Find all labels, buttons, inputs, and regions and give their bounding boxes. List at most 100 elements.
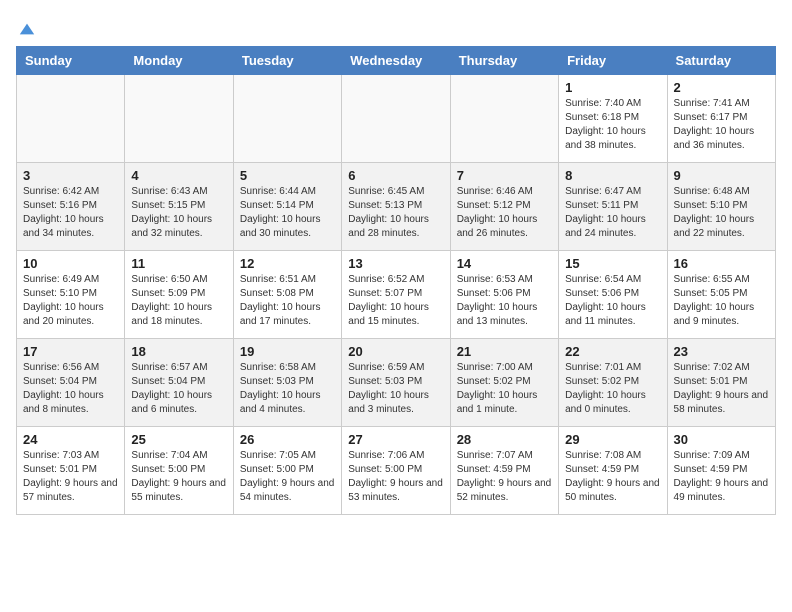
day-number: 13 bbox=[348, 256, 443, 271]
day-number: 14 bbox=[457, 256, 552, 271]
day-number: 4 bbox=[131, 168, 226, 183]
day-info: Sunrise: 7:00 AMSunset: 5:02 PMDaylight:… bbox=[457, 361, 552, 417]
calendar-cell: 16 Sunrise: 6:55 AMSunset: 5:05 PMDayligh… bbox=[667, 251, 775, 339]
calendar-cell bbox=[17, 75, 125, 163]
weekday-header-monday: Monday bbox=[125, 47, 233, 75]
day-number: 16 bbox=[674, 256, 769, 271]
day-info: Sunrise: 7:41 AMSunset: 6:17 PMDaylight:… bbox=[674, 97, 769, 153]
calendar-cell: 10Sunrise: 6:49 AMSunset: 5:10 PMDayligh… bbox=[17, 251, 125, 339]
day-info: Sunrise: 6:55 AMSunset: 5:05 PMDaylight:… bbox=[674, 273, 769, 329]
day-info: Sunrise: 6:52 AMSunset: 5:07 PMDaylight:… bbox=[348, 273, 443, 329]
day-info: Sunrise: 7:09 AMSunset: 4:59 PMDaylight:… bbox=[674, 449, 769, 505]
day-number: 24 bbox=[23, 432, 118, 447]
day-number: 5 bbox=[240, 168, 335, 183]
day-number: 7 bbox=[457, 168, 552, 183]
logo-icon bbox=[18, 20, 36, 38]
day-info: Sunrise: 6:46 AMSunset: 5:12 PMDaylight:… bbox=[457, 185, 552, 241]
calendar-week-row: 10Sunrise: 6:49 AMSunset: 5:10 PMDayligh… bbox=[17, 251, 776, 339]
calendar-week-row: 24 Sunrise: 7:03 AMSunset: 5:01 PMDayligh… bbox=[17, 427, 776, 515]
calendar-cell: 20 Sunrise: 6:59 AMSunset: 5:03 PMDayligh… bbox=[342, 339, 450, 427]
day-info: Sunrise: 6:45 AMSunset: 5:13 PMDaylight:… bbox=[348, 185, 443, 241]
calendar-cell: 3 Sunrise: 6:42 AMSunset: 5:16 PMDaylight… bbox=[17, 163, 125, 251]
calendar-cell: 2Sunrise: 7:41 AMSunset: 6:17 PMDaylight… bbox=[667, 75, 775, 163]
day-info: Sunrise: 6:54 AMSunset: 5:06 PMDaylight:… bbox=[565, 273, 660, 329]
day-info: Sunrise: 7:02 AMSunset: 5:01 PMDaylight:… bbox=[674, 361, 769, 417]
day-info: Sunrise: 6:53 AMSunset: 5:06 PMDaylight:… bbox=[457, 273, 552, 329]
calendar-cell: 30 Sunrise: 7:09 AMSunset: 4:59 PMDayligh… bbox=[667, 427, 775, 515]
day-number: 25 bbox=[131, 432, 226, 447]
calendar-cell: 22Sunrise: 7:01 AMSunset: 5:02 PMDayligh… bbox=[559, 339, 667, 427]
day-number: 21 bbox=[457, 344, 552, 359]
day-info: Sunrise: 6:51 AMSunset: 5:08 PMDaylight:… bbox=[240, 273, 335, 329]
calendar-cell: 1 Sunrise: 7:40 AMSunset: 6:18 PMDaylight… bbox=[559, 75, 667, 163]
day-info: Sunrise: 6:42 AMSunset: 5:16 PMDaylight:… bbox=[23, 185, 118, 241]
day-number: 6 bbox=[348, 168, 443, 183]
calendar-cell: 29 Sunrise: 7:08 AMSunset: 4:59 PMDayligh… bbox=[559, 427, 667, 515]
calendar-cell bbox=[450, 75, 558, 163]
day-number: 30 bbox=[674, 432, 769, 447]
calendar-table: SundayMondayTuesdayWednesdayThursdayFrid… bbox=[16, 46, 776, 515]
weekday-header-saturday: Saturday bbox=[667, 47, 775, 75]
day-info: Sunrise: 6:49 AMSunset: 5:10 PMDaylight:… bbox=[23, 273, 118, 329]
day-info: Sunrise: 6:47 AMSunset: 5:11 PMDaylight:… bbox=[565, 185, 660, 241]
day-number: 15 bbox=[565, 256, 660, 271]
weekday-header-row: SundayMondayTuesdayWednesdayThursdayFrid… bbox=[17, 47, 776, 75]
calendar-cell: 15 Sunrise: 6:54 AMSunset: 5:06 PMDayligh… bbox=[559, 251, 667, 339]
day-number: 28 bbox=[457, 432, 552, 447]
calendar-cell: 6 Sunrise: 6:45 AMSunset: 5:13 PMDaylight… bbox=[342, 163, 450, 251]
calendar-cell: 14 Sunrise: 6:53 AMSunset: 5:06 PMDayligh… bbox=[450, 251, 558, 339]
calendar-cell: 7 Sunrise: 6:46 AMSunset: 5:12 PMDaylight… bbox=[450, 163, 558, 251]
day-number: 17 bbox=[23, 344, 118, 359]
day-info: Sunrise: 6:50 AMSunset: 5:09 PMDaylight:… bbox=[131, 273, 226, 329]
day-number: 11 bbox=[131, 256, 226, 271]
day-number: 26 bbox=[240, 432, 335, 447]
calendar-cell: 17Sunrise: 6:56 AMSunset: 5:04 PMDayligh… bbox=[17, 339, 125, 427]
calendar-cell bbox=[342, 75, 450, 163]
header bbox=[16, 16, 776, 34]
weekday-header-friday: Friday bbox=[559, 47, 667, 75]
day-number: 9 bbox=[674, 168, 769, 183]
day-info: Sunrise: 7:08 AMSunset: 4:59 PMDaylight:… bbox=[565, 449, 660, 505]
day-info: Sunrise: 6:43 AMSunset: 5:15 PMDaylight:… bbox=[131, 185, 226, 241]
calendar-cell: 26 Sunrise: 7:05 AMSunset: 5:00 PMDayligh… bbox=[233, 427, 341, 515]
calendar-cell: 19Sunrise: 6:58 AMSunset: 5:03 PMDayligh… bbox=[233, 339, 341, 427]
weekday-header-sunday: Sunday bbox=[17, 47, 125, 75]
day-number: 29 bbox=[565, 432, 660, 447]
day-info: Sunrise: 7:40 AMSunset: 6:18 PMDaylight:… bbox=[565, 97, 660, 153]
calendar-cell: 8Sunrise: 6:47 AMSunset: 5:11 PMDaylight… bbox=[559, 163, 667, 251]
calendar-cell: 21 Sunrise: 7:00 AMSunset: 5:02 PMDayligh… bbox=[450, 339, 558, 427]
calendar-cell: 9Sunrise: 6:48 AMSunset: 5:10 PMDaylight… bbox=[667, 163, 775, 251]
calendar-cell: 23Sunrise: 7:02 AMSunset: 5:01 PMDayligh… bbox=[667, 339, 775, 427]
day-info: Sunrise: 7:01 AMSunset: 5:02 PMDaylight:… bbox=[565, 361, 660, 417]
calendar-cell: 18Sunrise: 6:57 AMSunset: 5:04 PMDayligh… bbox=[125, 339, 233, 427]
day-info: Sunrise: 7:03 AMSunset: 5:01 PMDaylight:… bbox=[23, 449, 118, 505]
day-info: Sunrise: 6:59 AMSunset: 5:03 PMDaylight:… bbox=[348, 361, 443, 417]
calendar-week-row: 1 Sunrise: 7:40 AMSunset: 6:18 PMDaylight… bbox=[17, 75, 776, 163]
day-number: 3 bbox=[23, 168, 118, 183]
day-number: 20 bbox=[348, 344, 443, 359]
day-info: Sunrise: 7:04 AMSunset: 5:00 PMDaylight:… bbox=[131, 449, 226, 505]
weekday-header-tuesday: Tuesday bbox=[233, 47, 341, 75]
calendar-cell: 27 Sunrise: 7:06 AMSunset: 5:00 PMDayligh… bbox=[342, 427, 450, 515]
day-number: 1 bbox=[565, 80, 660, 95]
day-number: 19 bbox=[240, 344, 335, 359]
logo bbox=[16, 20, 36, 34]
calendar-week-row: 3 Sunrise: 6:42 AMSunset: 5:16 PMDaylight… bbox=[17, 163, 776, 251]
calendar-cell: 13 Sunrise: 6:52 AMSunset: 5:07 PMDayligh… bbox=[342, 251, 450, 339]
calendar-cell: 25 Sunrise: 7:04 AMSunset: 5:00 PMDayligh… bbox=[125, 427, 233, 515]
day-info: Sunrise: 6:44 AMSunset: 5:14 PMDaylight:… bbox=[240, 185, 335, 241]
calendar-cell: 11 Sunrise: 6:50 AMSunset: 5:09 PMDayligh… bbox=[125, 251, 233, 339]
calendar-cell bbox=[125, 75, 233, 163]
day-number: 12 bbox=[240, 256, 335, 271]
calendar-cell: 28 Sunrise: 7:07 AMSunset: 4:59 PMDayligh… bbox=[450, 427, 558, 515]
day-number: 27 bbox=[348, 432, 443, 447]
calendar-cell: 12 Sunrise: 6:51 AMSunset: 5:08 PMDayligh… bbox=[233, 251, 341, 339]
day-info: Sunrise: 7:07 AMSunset: 4:59 PMDaylight:… bbox=[457, 449, 552, 505]
calendar-cell bbox=[233, 75, 341, 163]
weekday-header-wednesday: Wednesday bbox=[342, 47, 450, 75]
weekday-header-thursday: Thursday bbox=[450, 47, 558, 75]
calendar-cell: 5 Sunrise: 6:44 AMSunset: 5:14 PMDaylight… bbox=[233, 163, 341, 251]
day-info: Sunrise: 7:06 AMSunset: 5:00 PMDaylight:… bbox=[348, 449, 443, 505]
day-info: Sunrise: 6:57 AMSunset: 5:04 PMDaylight:… bbox=[131, 361, 226, 417]
day-info: Sunrise: 7:05 AMSunset: 5:00 PMDaylight:… bbox=[240, 449, 335, 505]
